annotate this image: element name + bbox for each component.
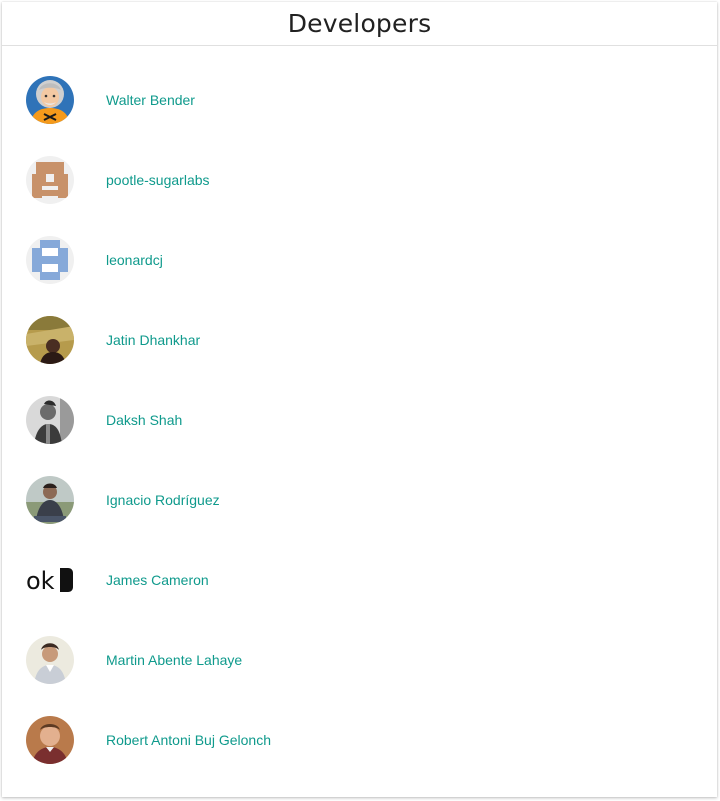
developer-link[interactable]: Robert Antoni Buj Gelonch bbox=[106, 732, 271, 748]
developer-link[interactable]: James Cameron bbox=[106, 572, 209, 588]
page-title: Developers bbox=[287, 9, 432, 38]
cartoon-avatar-icon[interactable] bbox=[26, 76, 74, 124]
developer-link[interactable]: Walter Bender bbox=[106, 92, 195, 108]
identicon-blue-icon[interactable] bbox=[26, 236, 74, 284]
developer-link[interactable]: pootle-sugarlabs bbox=[106, 172, 210, 188]
list-item: Ignacio Rodríguez bbox=[2, 460, 717, 540]
card-header: Developers bbox=[2, 2, 717, 46]
photo-avatar-icon[interactable] bbox=[26, 636, 74, 684]
developer-link[interactable]: Jatin Dhankhar bbox=[106, 332, 200, 348]
photo-avatar-icon[interactable] bbox=[26, 716, 74, 764]
developer-list: Walter Bender pootle-sugarlabs leonardcj… bbox=[2, 60, 717, 780]
svg-text:ok: ok bbox=[26, 567, 55, 595]
list-item: Jatin Dhankhar bbox=[2, 300, 717, 380]
developer-link[interactable]: Ignacio Rodríguez bbox=[106, 492, 220, 508]
ok-text-avatar-icon[interactable]: ok bbox=[26, 556, 74, 604]
photo-avatar-icon[interactable] bbox=[26, 316, 74, 364]
list-item: Daksh Shah bbox=[2, 380, 717, 460]
developers-card: Developers Walter Bender pootle-sugarlab… bbox=[2, 2, 717, 797]
list-item: Robert Antoni Buj Gelonch bbox=[2, 700, 717, 780]
developer-link[interactable]: leonardcj bbox=[106, 252, 163, 268]
developer-link[interactable]: Martin Abente Lahaye bbox=[106, 652, 242, 668]
list-item: pootle-sugarlabs bbox=[2, 140, 717, 220]
developer-link[interactable]: Daksh Shah bbox=[106, 412, 182, 428]
identicon-brown-icon[interactable] bbox=[26, 156, 74, 204]
list-item: Walter Bender bbox=[2, 60, 717, 140]
photo-avatar-icon[interactable] bbox=[26, 396, 74, 444]
photo-avatar-icon[interactable] bbox=[26, 476, 74, 524]
list-item: Martin Abente Lahaye bbox=[2, 620, 717, 700]
list-item: ok James Cameron bbox=[2, 540, 717, 620]
list-item: leonardcj bbox=[2, 220, 717, 300]
